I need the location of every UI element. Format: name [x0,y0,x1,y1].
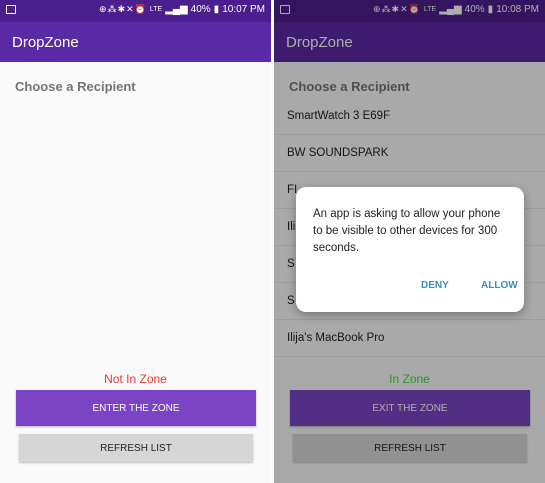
signal-icon: ▂▄▆ [165,4,188,15]
dialog-message: An app is asking to allow your phone to … [313,208,501,254]
network-type: LTE [149,6,163,13]
battery-level: 40% [190,4,211,15]
phone-screen-after: ⊕⁂✱✕⏰ LTE ▂▄▆ 40% ▮ 10:08 PM DropZone Ch… [274,0,545,483]
enter-zone-button[interactable]: ENTER THE ZONE [16,390,256,426]
visibility-permission-dialog: An app is asking to allow your phone to … [296,187,524,312]
clock: 10:07 PM [222,4,265,15]
deny-button[interactable]: DENY [421,280,449,291]
app-bar: DropZone [0,22,271,62]
main-content: Choose a Recipient Not In Zone ENTER THE… [0,62,271,483]
zone-status: Not In Zone [104,372,167,386]
status-bar: ⊕⁂✱✕⏰ LTE ▂▄▆ 40% ▮ 10:07 PM [0,0,271,22]
section-title: Choose a Recipient [15,79,136,94]
allow-button[interactable]: ALLOW [481,280,518,291]
phone-screen-before: ⊕⁂✱✕⏰ LTE ▂▄▆ 40% ▮ 10:07 PM DropZone Ch… [0,0,271,483]
app-title: DropZone [12,33,79,51]
gallery-notification-icon [6,5,16,14]
battery-icon: ▮ [213,4,220,15]
refresh-list-button[interactable]: REFRESH LIST [19,434,253,462]
status-system-icons: ⊕⁂✱✕⏰ [99,4,147,14]
status-icons: ⊕⁂✱✕⏰ LTE ▂▄▆ 40% ▮ 10:07 PM [99,4,265,15]
